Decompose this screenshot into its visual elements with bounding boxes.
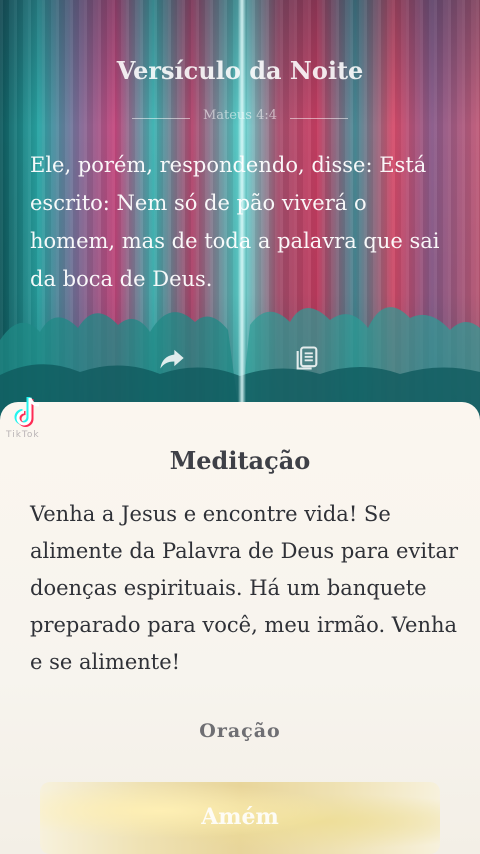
verse-reference-row: Mateus 4:4 [0, 108, 480, 128]
amen-button-label: Amém [201, 804, 279, 830]
divider-right [290, 118, 348, 119]
verse-reference: Mateus 4:4 [202, 108, 278, 123]
meditation-text: Venha a Jesus e encontre vida! Se alimen… [30, 502, 459, 674]
share-arrow-icon [160, 349, 184, 369]
notes-icon [296, 346, 318, 370]
share-button[interactable] [158, 344, 186, 372]
prayer-label[interactable]: Oração [0, 720, 480, 742]
verse-title: Versículo da Noite [116, 56, 364, 85]
notes-button[interactable] [293, 344, 321, 372]
tiktok-watermark: TikTok [6, 430, 40, 440]
verse-text: Ele, porém, respondendo, disse: Está esc… [30, 153, 440, 291]
meditation-title: Meditação [169, 446, 311, 475]
